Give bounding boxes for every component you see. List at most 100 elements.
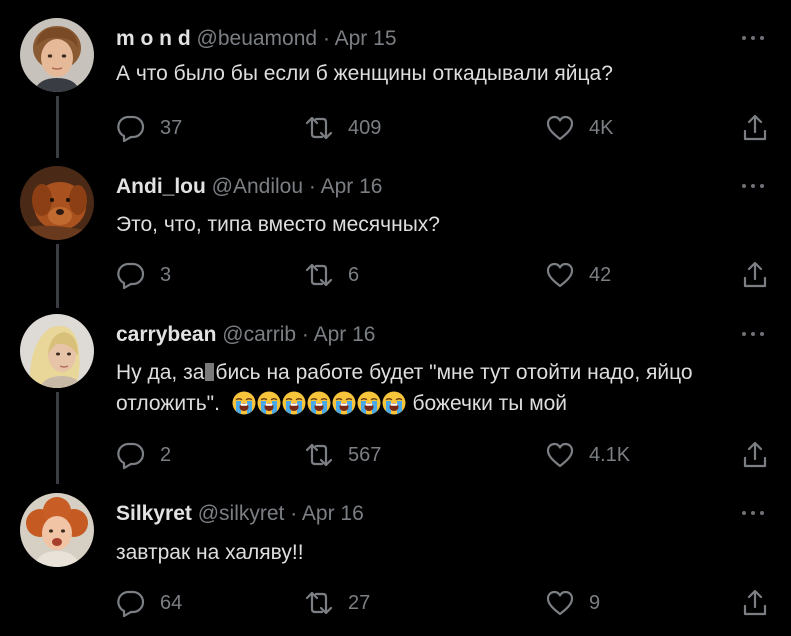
reply-count: 2 bbox=[160, 443, 172, 466]
like-button[interactable]: 4K bbox=[545, 113, 613, 143]
tweet-2[interactable]: Andi_lou @Andilou · Apr 16 Это, что, тип… bbox=[0, 166, 791, 308]
avatar[interactable] bbox=[20, 493, 94, 567]
reply-count: 3 bbox=[160, 263, 172, 286]
tweet-text-line: Ну да, за бись на работе будет "мне тут о… bbox=[116, 357, 693, 388]
emoji-group bbox=[232, 392, 407, 415]
share-icon bbox=[740, 440, 770, 470]
sob-emoji-icon bbox=[382, 391, 406, 415]
tweet-header: carrybean @carrib · Apr 16 bbox=[116, 322, 375, 348]
tweet-3[interactable]: carrybean @carrib · Apr 16 Ну да, за бись… bbox=[0, 314, 791, 484]
thread-connector bbox=[56, 392, 59, 484]
sob-emoji-icon bbox=[232, 391, 256, 415]
tweet-date[interactable]: Apr 15 bbox=[335, 27, 397, 50]
sob-emoji-icon bbox=[307, 391, 331, 415]
text-fragment: божечки ты мой bbox=[412, 392, 568, 415]
like-button[interactable]: 9 bbox=[545, 588, 600, 618]
tweet-header: Silkyret @silkyret · Apr 16 bbox=[116, 501, 364, 527]
retweet-count: 409 bbox=[348, 116, 382, 139]
share-icon bbox=[740, 260, 770, 290]
reply-button[interactable]: 2 bbox=[116, 440, 171, 470]
tweet-date[interactable]: Apr 16 bbox=[302, 502, 364, 525]
more-options-icon[interactable] bbox=[739, 30, 769, 44]
action-bar: 37 409 4K bbox=[0, 113, 791, 143]
retweet-button[interactable]: 567 bbox=[304, 440, 381, 470]
sob-emoji-icon bbox=[282, 391, 306, 415]
retweet-button[interactable]: 409 bbox=[304, 113, 381, 143]
like-count: 42 bbox=[589, 263, 612, 286]
reply-icon bbox=[116, 588, 146, 618]
retweet-count: 567 bbox=[348, 443, 382, 466]
display-name[interactable]: carrybean bbox=[116, 323, 216, 346]
share-button[interactable] bbox=[740, 113, 770, 143]
sob-emoji-icon bbox=[257, 391, 281, 415]
retweet-button[interactable]: 6 bbox=[304, 260, 359, 290]
tweet-4[interactable]: Silkyret @silkyret · Apr 16 завтрак на х… bbox=[0, 493, 791, 636]
sob-emoji-icon bbox=[357, 391, 381, 415]
tweet-1[interactable]: m o n d @beuamond · Apr 15 А что было бы… bbox=[0, 18, 791, 158]
separator-dot: · bbox=[308, 175, 316, 198]
retweet-icon bbox=[304, 588, 334, 618]
tweet-text: Это, что, типа вместо месячных? bbox=[116, 213, 440, 236]
tweet-date[interactable]: Apr 16 bbox=[314, 323, 376, 346]
text-fragment: бись на работе будет "мне тут отойти над… bbox=[215, 361, 693, 384]
reply-count: 37 bbox=[160, 116, 183, 139]
heart-icon bbox=[545, 260, 575, 290]
tweet-text: завтрак на халяву!! bbox=[116, 541, 304, 564]
tweet-text-line: отложить". божечки ты мой bbox=[116, 388, 693, 419]
retweet-icon bbox=[304, 260, 334, 290]
user-handle[interactable]: @carrib bbox=[222, 323, 296, 346]
reply-button[interactable]: 3 bbox=[116, 260, 171, 290]
more-options-icon[interactable] bbox=[739, 178, 769, 192]
like-button[interactable]: 4.1K bbox=[545, 440, 630, 470]
reply-icon bbox=[116, 260, 146, 290]
tweet-header: m o n d @beuamond · Apr 15 bbox=[116, 26, 397, 52]
like-count: 4.1K bbox=[589, 443, 631, 466]
reply-thread: m o n d @beuamond · Apr 15 А что было бы… bbox=[0, 0, 791, 636]
share-icon bbox=[740, 113, 770, 143]
reply-button[interactable]: 37 bbox=[116, 113, 182, 143]
reply-icon bbox=[116, 440, 146, 470]
heart-icon bbox=[545, 440, 575, 470]
more-options-icon[interactable] bbox=[739, 326, 769, 340]
retweet-button[interactable]: 27 bbox=[304, 588, 370, 618]
separator-dot: · bbox=[290, 502, 298, 525]
avatar[interactable] bbox=[20, 18, 94, 92]
reply-button[interactable]: 64 bbox=[116, 588, 182, 618]
tweet-header: Andi_lou @Andilou · Apr 16 bbox=[116, 174, 382, 200]
reply-count: 64 bbox=[160, 591, 183, 614]
action-bar: 64 27 9 bbox=[0, 588, 791, 618]
retweet-count: 6 bbox=[348, 263, 360, 286]
heart-icon bbox=[545, 113, 575, 143]
share-button[interactable] bbox=[740, 588, 770, 618]
separator-dot: · bbox=[301, 323, 309, 346]
heart-icon bbox=[545, 588, 575, 618]
censor-block bbox=[205, 363, 215, 381]
user-handle[interactable]: @Andilou bbox=[212, 175, 303, 198]
text-fragment: Ну да, за bbox=[116, 361, 205, 384]
more-options-icon[interactable] bbox=[739, 505, 769, 519]
retweet-icon bbox=[304, 440, 334, 470]
separator-dot: · bbox=[322, 27, 330, 50]
display-name[interactable]: m o n d bbox=[116, 27, 191, 50]
retweet-count: 27 bbox=[348, 591, 371, 614]
share-button[interactable] bbox=[740, 440, 770, 470]
text-fragment: отложить". bbox=[116, 392, 220, 415]
tweet-date[interactable]: Apr 16 bbox=[321, 175, 383, 198]
like-count: 4K bbox=[589, 116, 614, 139]
avatar[interactable] bbox=[20, 166, 94, 240]
like-count: 9 bbox=[589, 591, 601, 614]
display-name[interactable]: Silkyret bbox=[116, 502, 192, 525]
retweet-icon bbox=[304, 113, 334, 143]
share-icon bbox=[740, 588, 770, 618]
avatar[interactable] bbox=[20, 314, 94, 388]
sob-emoji-icon bbox=[332, 391, 356, 415]
user-handle[interactable]: @beuamond bbox=[197, 27, 318, 50]
action-bar: 2 567 4.1K bbox=[0, 440, 791, 470]
user-handle[interactable]: @silkyret bbox=[198, 502, 285, 525]
tweet-text: А что было бы если б женщины откадывали … bbox=[116, 62, 613, 85]
tweet-text: Ну да, за бись на работе будет "мне тут о… bbox=[116, 357, 693, 419]
display-name[interactable]: Andi_lou bbox=[116, 175, 206, 198]
share-button[interactable] bbox=[740, 260, 770, 290]
reply-icon bbox=[116, 113, 146, 143]
like-button[interactable]: 42 bbox=[545, 260, 611, 290]
